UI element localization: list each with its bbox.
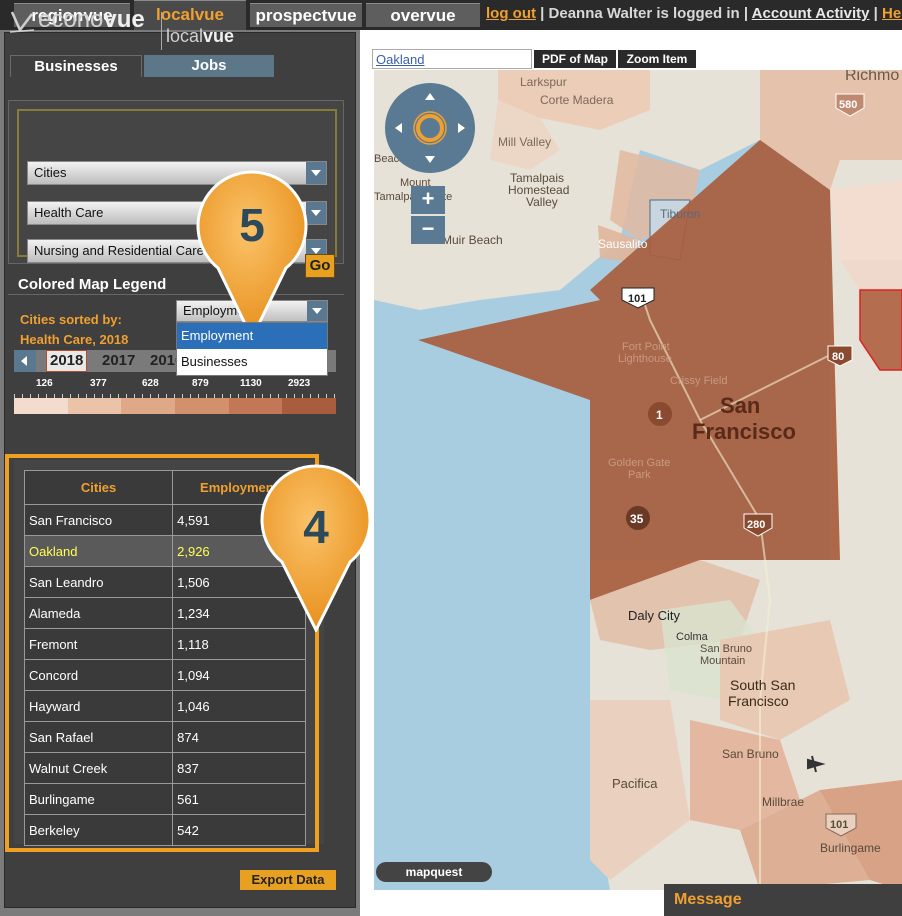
logged-in-text: Deanna Walter is logged in <box>548 5 740 22</box>
sf-label: Francisco <box>692 419 796 444</box>
econovue-logo: econovue localvue <box>8 6 248 54</box>
mapquest-logo: mapquest <box>376 862 492 882</box>
year-2018[interactable]: 2018 <box>46 350 88 372</box>
legend-swatch <box>175 398 229 414</box>
nav-separator: | <box>739 5 752 22</box>
svg-text:580: 580 <box>839 99 857 111</box>
logo-mark-icon <box>9 11 35 33</box>
fort-point-label: Fort Point <box>622 341 670 353</box>
pdf-of-map-button[interactable]: PDF of Map <box>534 50 616 68</box>
legend-swatch <box>14 398 68 414</box>
user-status: log out | Deanna Walter is logged in | A… <box>486 5 902 22</box>
zoom-item-button[interactable]: Zoom Item <box>618 50 696 68</box>
muir-beach-label: Muir Beach <box>442 233 503 247</box>
golden-gate-label: Golden Gate <box>608 457 670 469</box>
help-link[interactable]: Help <box>882 5 902 22</box>
svg-text:101: 101 <box>628 293 646 305</box>
scale-label: 126 <box>36 378 53 389</box>
scale-label: 1130 <box>240 378 262 389</box>
south-sf-label: Francisco <box>728 693 789 709</box>
sausalito-label: Sausalito <box>598 237 648 251</box>
park-label: Park <box>628 469 651 481</box>
legend-title: Colored Map Legend <box>18 276 167 293</box>
corte-madera-label: Corte Madera <box>540 93 614 107</box>
nav-separator: | <box>535 5 549 22</box>
svg-text:280: 280 <box>747 519 765 531</box>
svg-text:80: 80 <box>832 351 844 363</box>
tab-prospectvue[interactable]: prospectvue <box>250 3 362 27</box>
year-2017[interactable]: 2017 <box>102 350 135 372</box>
larkspur-label: Larkspur <box>520 75 567 89</box>
color-scale: 126 377 628 879 1130 2923 <box>14 378 336 416</box>
pan-arrows-icon[interactable] <box>385 83 475 173</box>
map-canvas[interactable]: San Francisco Richmo Larkspur Corte Made… <box>374 70 902 890</box>
map-pin-icon <box>196 170 308 342</box>
scale-label: 2923 <box>288 378 311 389</box>
san-bruno-label: San Bruno <box>722 747 779 761</box>
colma-label: Colma <box>676 631 709 643</box>
scale-label: 377 <box>90 378 107 389</box>
svg-text:101: 101 <box>830 819 848 831</box>
south-sf-label: South San <box>730 677 795 693</box>
message-panel-header[interactable]: Message <box>664 884 902 916</box>
legend-swatch <box>67 398 122 414</box>
tiburon-label: Tiburon <box>660 207 700 221</box>
pacifica-label: Pacifica <box>612 776 658 791</box>
brand-name: econovue <box>38 6 145 33</box>
map-pan-control[interactable] <box>385 83 475 173</box>
san-bruno-mountain-label: San Bruno <box>700 643 752 655</box>
legend-swatch <box>228 398 283 414</box>
mill-valley-label: Mill Valley <box>498 135 551 149</box>
highway-shield-icon: 1 <box>648 402 672 426</box>
logout-link[interactable]: log out <box>486 5 536 22</box>
scale-label: 628 <box>142 378 159 389</box>
crissy-field-label: Crissy Field <box>670 375 727 387</box>
callout-number: 4 <box>303 501 329 553</box>
zoom-in-button[interactable]: + <box>411 186 445 214</box>
richmond-label: Richmo <box>845 70 899 84</box>
chevron-left-icon[interactable] <box>14 350 36 372</box>
tab-jobs[interactable]: Jobs <box>144 55 274 77</box>
burlingame-label: Burlingame <box>820 841 881 855</box>
sorted-by-label: Cities sorted by: <box>20 312 122 327</box>
product-name: localvue <box>166 26 235 46</box>
svg-text:35: 35 <box>630 512 644 526</box>
scale-label: 879 <box>192 378 209 389</box>
sf-label: San <box>720 393 760 418</box>
metric-options-list: Employment Businesses <box>176 322 328 376</box>
legend-swatch <box>282 398 336 414</box>
daly-city-label: Daly City <box>628 608 681 623</box>
svg-text:1: 1 <box>656 408 663 422</box>
nav-separator: | <box>869 5 882 22</box>
metric-option-employment[interactable]: Employment <box>177 323 327 349</box>
valley-label: Valley <box>526 195 558 209</box>
tab-overvue[interactable]: overvue <box>366 3 480 27</box>
tab-businesses[interactable]: Businesses <box>10 55 142 77</box>
lighthouse-label: Lighthouse <box>618 353 672 365</box>
metric-option-businesses[interactable]: Businesses <box>177 349 327 375</box>
callout-marker-4: 4 <box>254 460 378 634</box>
mountain-label: Mountain <box>700 655 745 667</box>
highway-shield-icon: 35 <box>626 506 650 530</box>
millbrae-label: Millbrae <box>762 795 804 809</box>
albany-polygon <box>830 180 902 260</box>
export-data-button[interactable]: Export Data <box>240 870 336 890</box>
sorted-by-value: Health Care, 2018 <box>20 332 129 347</box>
account-activity-link[interactable]: Account Activity <box>752 5 870 22</box>
legend-swatch <box>121 398 175 414</box>
callout-number: 5 <box>239 199 265 251</box>
location-search-input[interactable] <box>372 49 532 69</box>
callout-marker-5: 5 <box>190 164 314 342</box>
zoom-out-button[interactable]: − <box>411 216 445 244</box>
